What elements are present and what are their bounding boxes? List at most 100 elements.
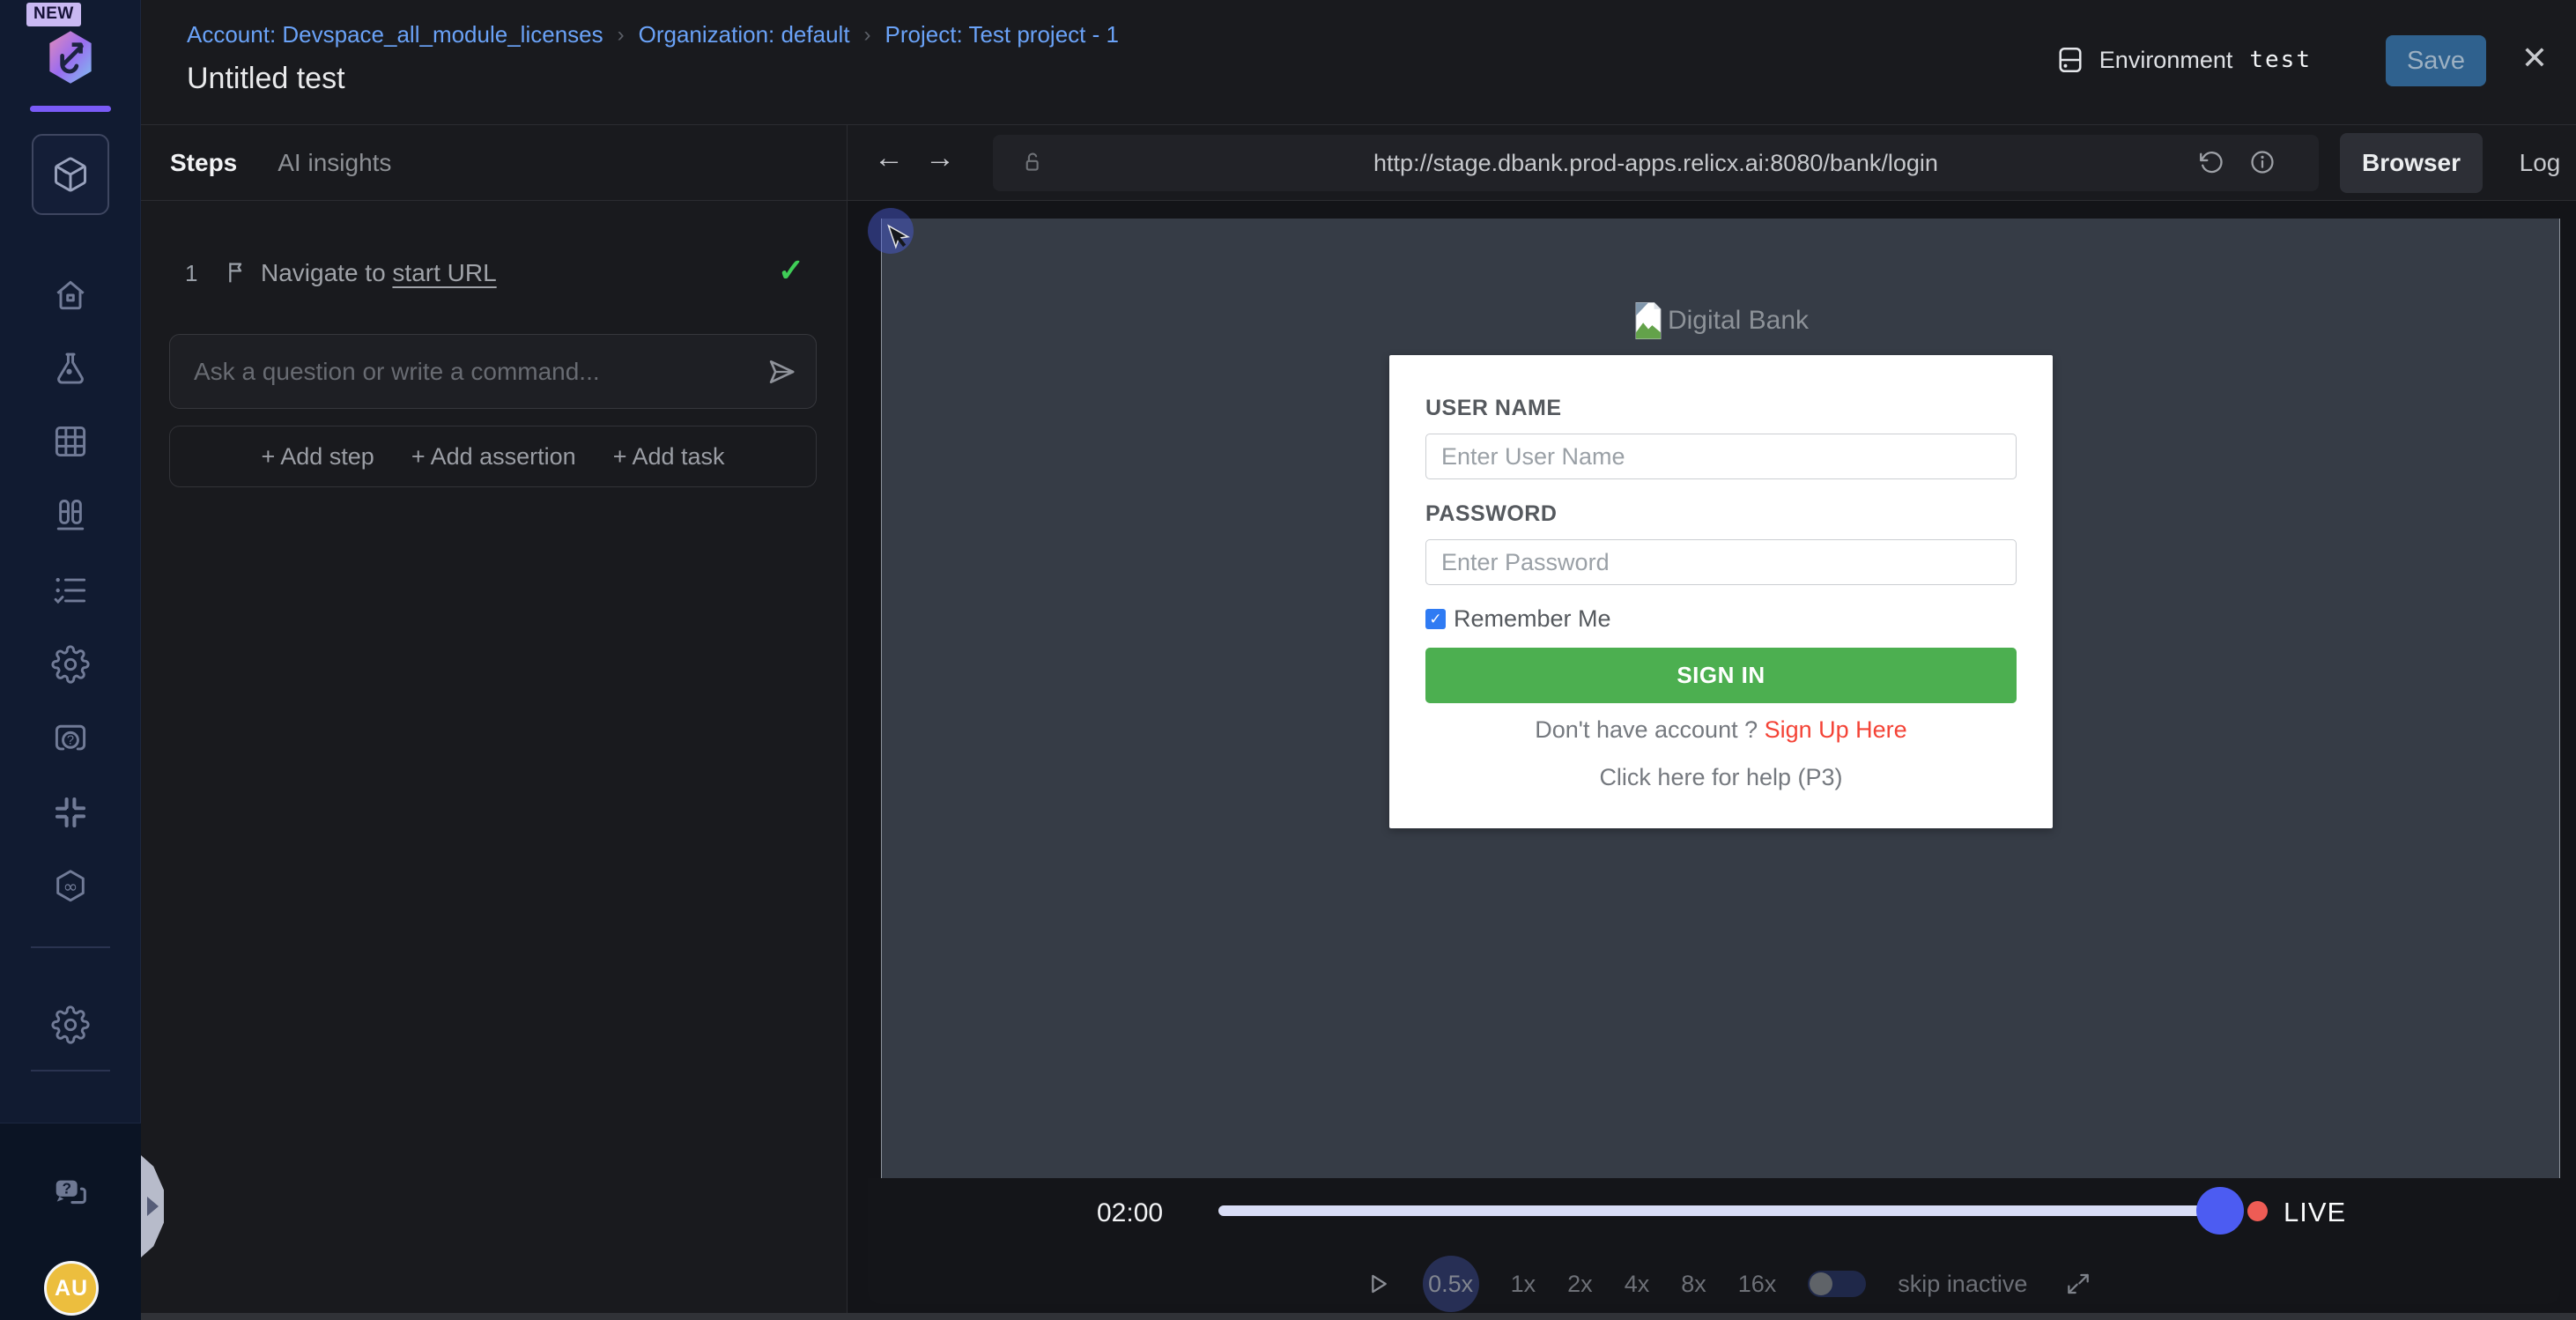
sign-in-button[interactable]: SIGN IN (1425, 648, 2017, 703)
reload-icon[interactable] (2198, 149, 2225, 176)
bottom-edge-strip (141, 1313, 2576, 1320)
breadcrumb-separator: › (618, 23, 625, 48)
remember-me-label: Remember Me (1454, 605, 1611, 633)
password-field[interactable] (1425, 539, 2017, 585)
sidebar-item-test-editor[interactable] (32, 134, 109, 215)
tab-browser[interactable]: Browser (2340, 133, 2483, 193)
start-url-link[interactable]: start URL (392, 259, 496, 286)
speed-8x[interactable]: 8x (1681, 1271, 1706, 1298)
environment-value: test (2249, 47, 2312, 73)
username-field[interactable] (1425, 434, 2017, 479)
username-label: USER NAME (1425, 396, 1562, 421)
sidebar-item-settings[interactable] (28, 635, 113, 693)
rail-divider (31, 1070, 110, 1072)
live-label: LIVE (2284, 1197, 2346, 1228)
breadcrumb-separator: › (864, 23, 871, 48)
step-number: 1 (185, 260, 197, 287)
save-button[interactable]: Save (2386, 35, 2486, 86)
top-header: Account: Devspace_all_module_licenses › … (141, 0, 2576, 125)
environment-label: Environment (2099, 47, 2233, 74)
svg-text:?: ? (63, 1179, 72, 1197)
step-description[interactable]: Navigate to start URL (261, 259, 497, 287)
tab-log[interactable]: Log (2507, 133, 2572, 193)
sidebar-item-run-list[interactable] (28, 561, 113, 619)
relicx-test-editor-window: NEW (0, 0, 2576, 1320)
browser-toolbar: ← → http://stage.dbank.prod-apps.relicx.… (848, 125, 2576, 201)
logo-underline (30, 106, 111, 112)
sidebar-item-explore[interactable]: ? (28, 709, 113, 768)
playback-bar: 02:00 LIVE 0.5x 1x 2x 4x 8x 16x skip ina… (848, 1178, 2576, 1320)
breadcrumb-organization[interactable]: Organization: default (639, 21, 850, 48)
add-assertion-button[interactable]: + Add assertion (411, 443, 576, 471)
forward-arrow-icon[interactable]: → (925, 141, 955, 175)
sidebar-item-test-lab[interactable] (28, 340, 113, 398)
sidebar-item-integrations[interactable]: ∞ (28, 857, 113, 916)
help-chat-button[interactable]: ? (28, 1165, 113, 1221)
playback-time: 02:00 (1097, 1198, 1163, 1228)
icon-rail: NEW (0, 0, 141, 1320)
login-card: USER NAME PASSWORD ✓ Remember Me SIGN IN… (1389, 355, 2053, 828)
slack-icon (51, 793, 90, 832)
sidebar-item-test-grid[interactable] (28, 412, 113, 471)
help-link[interactable]: Click here for help (P3) (1389, 764, 2053, 791)
relicx-logo-icon[interactable] (41, 27, 100, 87)
environment-drive-icon (2054, 44, 2086, 76)
steps-tabbar: Steps AI insights (141, 125, 847, 201)
speed-2x[interactable]: 2x (1567, 1271, 1593, 1298)
speed-16x[interactable]: 16x (1738, 1271, 1777, 1298)
fullscreen-expand-icon[interactable] (2064, 1270, 2092, 1298)
browser-panel: ← → http://stage.dbank.prod-apps.relicx.… (848, 125, 2576, 1320)
skip-inactive-toggle[interactable] (1808, 1271, 1866, 1297)
sidebar-item-home[interactable] (28, 266, 113, 324)
grid-icon (51, 422, 90, 461)
info-icon[interactable] (2248, 148, 2276, 176)
add-step-button[interactable]: + Add step (261, 443, 374, 471)
playback-slider-handle[interactable] (2196, 1187, 2244, 1235)
remember-me-checkbox[interactable]: ✓ (1425, 609, 1446, 629)
playback-slider[interactable] (1218, 1205, 2220, 1216)
send-icon[interactable] (763, 354, 798, 389)
play-icon[interactable] (1363, 1256, 1391, 1312)
close-icon[interactable]: ✕ (2521, 42, 2548, 74)
add-task-button[interactable]: + Add task (613, 443, 725, 471)
speed-1x[interactable]: 1x (1511, 1271, 1536, 1298)
breadcrumb-project[interactable]: Project: Test project - 1 (885, 21, 1119, 48)
command-input-box (169, 334, 817, 409)
add-actions-bar: + Add step + Add assertion + Add task (169, 426, 817, 487)
mouse-cursor-icon (882, 222, 917, 257)
skip-inactive-label: skip inactive (1898, 1271, 2027, 1298)
sidebar-item-account-settings[interactable] (28, 996, 113, 1054)
command-input[interactable] (170, 335, 816, 408)
help-chat-icon: ? (50, 1173, 91, 1213)
environment-selector[interactable]: Environment test (2054, 44, 2312, 76)
svg-text:?: ? (67, 734, 74, 748)
test-tubes-icon (51, 496, 90, 535)
flask-icon (51, 350, 90, 389)
replay-viewport[interactable]: Digital Bank USER NAME PASSWORD ✓ Rememb… (881, 219, 2560, 1178)
search-inspect-icon: ? (51, 719, 90, 758)
site-logo: Digital Bank (882, 301, 2559, 340)
tab-steps[interactable]: Steps (170, 149, 237, 177)
playback-controls: 0.5x 1x 2x 4x 8x 16x skip inactive (848, 1256, 2576, 1312)
signup-line: Don't have account ? Sign Up Here (1389, 716, 2053, 744)
step-passed-check-icon: ✓ (778, 252, 804, 289)
cube-icon (51, 155, 90, 194)
url-text: http://stage.dbank.prod-apps.relicx.ai:8… (993, 135, 2319, 191)
sidebar-item-test-suites[interactable] (28, 486, 113, 545)
speed-4x[interactable]: 4x (1625, 1271, 1650, 1298)
step-row[interactable]: 1 Navigate to start URL ✓ (141, 248, 847, 298)
site-logo-alt-text: Digital Bank (1668, 306, 1809, 336)
sidebar-item-slack[interactable] (28, 783, 113, 842)
tab-ai-insights[interactable]: AI insights (278, 149, 391, 177)
back-arrow-icon[interactable]: ← (874, 141, 904, 175)
speed-0.5x[interactable]: 0.5x (1423, 1256, 1479, 1312)
url-bar[interactable]: http://stage.dbank.prod-apps.relicx.ai:8… (993, 135, 2319, 191)
steps-panel: Steps AI insights 1 Navigate to start UR… (141, 125, 848, 1320)
breadcrumb-account[interactable]: Account: Devspace_all_module_licenses (187, 21, 603, 48)
sign-up-link[interactable]: Sign Up Here (1765, 716, 1907, 743)
toggle-knob (1810, 1272, 1832, 1295)
svg-text:∞: ∞ (63, 876, 78, 897)
home-icon (51, 276, 90, 315)
live-dot (2247, 1201, 2268, 1221)
user-avatar[interactable]: AU (44, 1261, 99, 1316)
